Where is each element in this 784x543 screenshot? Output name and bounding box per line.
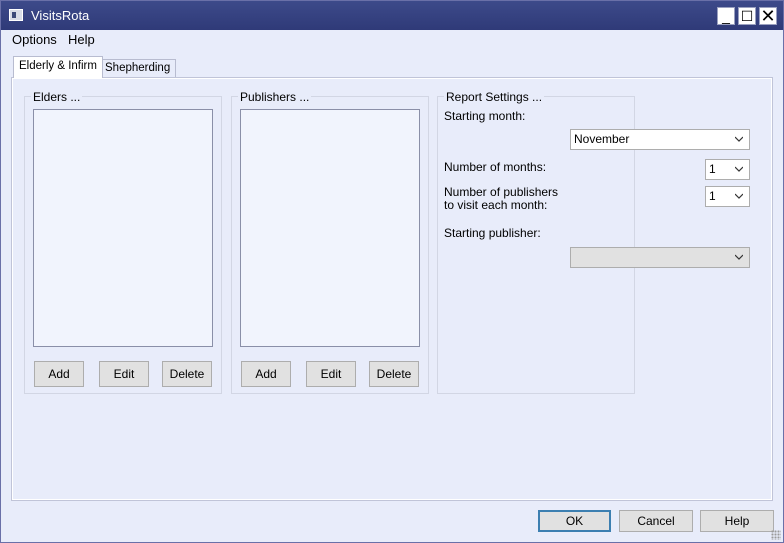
- starting-month-value: November: [574, 132, 630, 146]
- starting-month-label: Starting month:: [444, 109, 526, 123]
- publishers-edit-button[interactable]: Edit: [306, 361, 356, 387]
- num-months-value: 1: [709, 162, 716, 176]
- starting-month-select[interactable]: November: [570, 129, 750, 150]
- elders-group: Elders ... Add Edit Delete: [24, 90, 222, 394]
- pubs-per-month-label: Number of publishers to visit each month…: [444, 185, 559, 212]
- elders-group-title: Elders ...: [31, 90, 83, 104]
- starting-publisher-label: Starting publisher:: [444, 226, 541, 240]
- menu-options[interactable]: Options: [12, 32, 57, 47]
- publishers-list[interactable]: [240, 109, 420, 347]
- publishers-delete-button[interactable]: Delete: [369, 361, 419, 387]
- num-months-label: Number of months:: [444, 160, 547, 174]
- close-button[interactable]: ✕: [759, 7, 777, 25]
- menu-bar: Options Help: [1, 30, 783, 50]
- elders-delete-button[interactable]: Delete: [162, 361, 212, 387]
- elders-edit-button[interactable]: Edit: [99, 361, 149, 387]
- tab-shepherding[interactable]: Shepherding: [99, 59, 177, 78]
- publishers-add-button[interactable]: Add: [241, 361, 291, 387]
- report-settings-group: Report Settings ... Starting month: Nove…: [437, 90, 750, 394]
- window-title: VisitsRota: [31, 8, 90, 23]
- starting-publisher-select[interactable]: [570, 247, 750, 268]
- chevron-down-icon: [735, 254, 743, 260]
- num-months-select[interactable]: 1: [705, 159, 750, 180]
- tab-elderly-infirm[interactable]: Elderly & Infirm: [13, 56, 103, 78]
- pubs-per-month-value: 1: [709, 189, 716, 203]
- menu-help[interactable]: Help: [68, 32, 95, 47]
- main-window: VisitsRota _ ☐ ✕ Options Help Elderly & …: [0, 0, 784, 543]
- elders-add-button[interactable]: Add: [34, 361, 84, 387]
- chevron-down-icon: [735, 136, 743, 142]
- chevron-down-icon: [735, 193, 743, 199]
- cancel-button[interactable]: Cancel: [619, 510, 693, 532]
- report-settings-title: Report Settings ...: [444, 90, 545, 104]
- minimize-button[interactable]: _: [717, 7, 735, 25]
- chevron-down-icon: [735, 166, 743, 172]
- ok-button[interactable]: OK: [538, 510, 611, 532]
- elders-list[interactable]: [33, 109, 213, 347]
- publishers-group-title: Publishers ...: [238, 90, 312, 104]
- help-button[interactable]: Help: [700, 510, 774, 532]
- resize-grip[interactable]: [771, 530, 781, 540]
- tab-panel: Elders ... Add Edit Delete Publishers ..…: [11, 77, 773, 501]
- pubs-per-month-select[interactable]: 1: [705, 186, 750, 207]
- publishers-group: Publishers ... Add Edit Delete: [231, 90, 429, 394]
- maximize-button[interactable]: ☐: [738, 7, 756, 25]
- title-bar[interactable]: VisitsRota _ ☐ ✕: [1, 1, 783, 30]
- app-icon: [9, 9, 23, 21]
